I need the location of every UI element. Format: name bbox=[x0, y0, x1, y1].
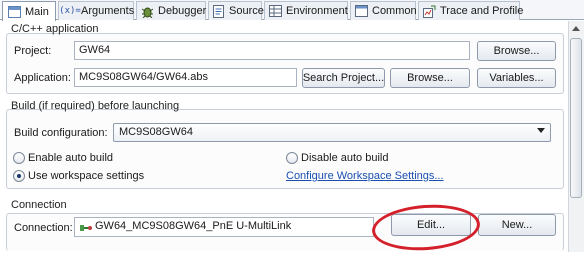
connection-value: GW64_MC9S08GW64_PnE U-MultiLink bbox=[95, 220, 292, 232]
application-group-title: C/C++ application bbox=[11, 23, 99, 35]
scrollbar-thumb[interactable] bbox=[570, 38, 582, 198]
project-label: Project: bbox=[14, 45, 52, 57]
tab-trace-and-profile[interactable]: Trace and Profile bbox=[418, 1, 524, 20]
environment-icon bbox=[269, 4, 282, 18]
trace-profile-icon bbox=[423, 4, 436, 18]
project-input[interactable]: GW64 bbox=[74, 41, 470, 60]
connection-input[interactable]: GW64_MC9S08GW64_PnE U-MultiLink bbox=[74, 217, 374, 237]
arguments-icon: (x)= bbox=[59, 6, 81, 16]
scroll-up-icon[interactable] bbox=[572, 26, 580, 31]
tab-debugger[interactable]: Debugger bbox=[136, 1, 206, 20]
tab-label: Environment bbox=[286, 5, 348, 17]
application-input[interactable]: MC9S08GW64/GW64.abs bbox=[74, 68, 297, 87]
application-label: Application: bbox=[14, 72, 71, 84]
connection-group-title: Connection bbox=[11, 199, 67, 211]
tab-label: Source bbox=[229, 5, 264, 17]
tab-source[interactable]: Source bbox=[208, 1, 264, 20]
tab-main[interactable]: Main bbox=[2, 1, 56, 21]
tab-label: Debugger bbox=[158, 5, 207, 17]
use-workspace-settings-radio[interactable] bbox=[13, 170, 25, 182]
disable-auto-build-label: Disable auto build bbox=[301, 152, 389, 164]
tab-label: Main bbox=[25, 5, 49, 18]
enable-auto-build-radio[interactable] bbox=[13, 152, 25, 164]
search-project-button[interactable]: Search Project... bbox=[302, 68, 385, 88]
tab-label: Common bbox=[372, 5, 417, 17]
chevron-down-icon bbox=[537, 128, 545, 133]
tab-arguments[interactable]: (x)= Arguments bbox=[58, 1, 134, 20]
enable-auto-build-label: Enable auto build bbox=[28, 152, 114, 164]
tab-common[interactable]: Common bbox=[350, 1, 417, 20]
use-workspace-settings-label: Use workspace settings bbox=[28, 170, 145, 182]
configure-workspace-settings-link[interactable]: Configure Workspace Settings... bbox=[286, 170, 444, 182]
build-group-title: Build (if required) before launching bbox=[11, 100, 180, 112]
build-config-select[interactable]: MC9S08GW64 bbox=[113, 123, 551, 142]
new-connection-button[interactable]: New... bbox=[478, 214, 556, 236]
tab-environment[interactable]: Environment bbox=[264, 1, 348, 20]
project-browse-button[interactable]: Browse... bbox=[477, 41, 556, 61]
source-icon bbox=[213, 4, 225, 18]
connection-label: Connection: bbox=[14, 222, 73, 234]
disable-auto-build-radio[interactable] bbox=[286, 152, 298, 164]
connection-icon bbox=[80, 222, 92, 236]
tab-label: Arguments bbox=[81, 5, 135, 17]
application-browse-button[interactable]: Browse... bbox=[390, 68, 470, 88]
tab-label: Trace and Profile bbox=[440, 5, 524, 17]
variables-button[interactable]: Variables... bbox=[477, 68, 556, 88]
debugger-icon bbox=[141, 4, 154, 18]
common-icon bbox=[355, 4, 368, 18]
build-config-label: Build configuration: bbox=[14, 127, 108, 139]
build-config-value: MC9S08GW64 bbox=[119, 126, 193, 138]
main-tab-icon bbox=[7, 5, 21, 19]
